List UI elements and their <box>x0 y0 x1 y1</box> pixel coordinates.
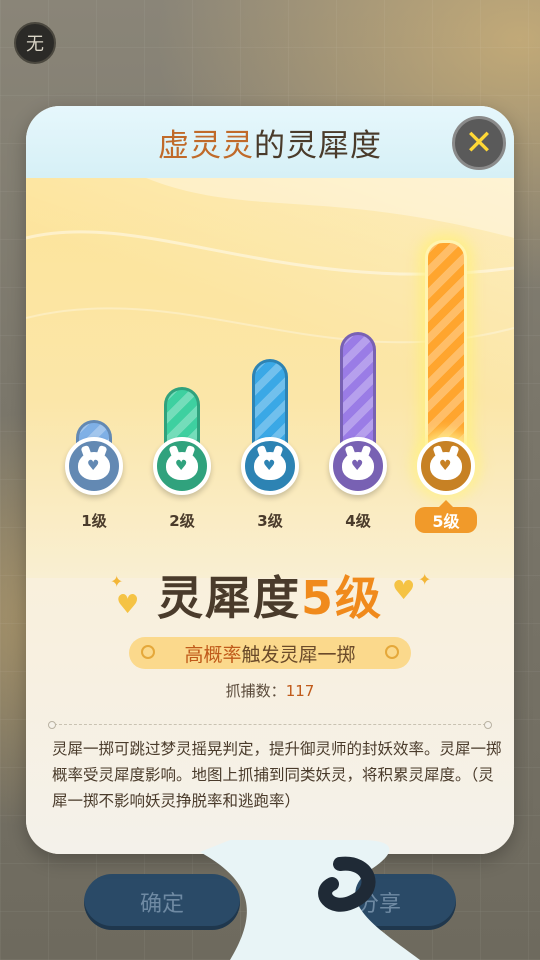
spirit-face-icon: ♥ <box>430 452 462 480</box>
corner-badge[interactable]: 无 <box>14 22 56 64</box>
close-x-icon: ✕ <box>464 123 494 163</box>
dialog-title: 虚灵灵的灵犀度 <box>158 120 382 165</box>
close-button[interactable]: ✕ <box>452 116 506 170</box>
level-label-2: 2级 <box>169 512 195 530</box>
heart-icon: ♥ <box>351 458 364 474</box>
level-label-3: 3级 <box>257 512 283 530</box>
level-medal-3: ♥ <box>241 437 299 495</box>
dialog-header: 虚灵灵的灵犀度 <box>26 106 514 178</box>
level-medal-2: ♥ <box>153 437 211 495</box>
catch-label: 抓捕数： <box>225 682 286 700</box>
divider <box>48 721 492 729</box>
pet-name: 虚灵灵 <box>158 127 254 164</box>
trigger-highlight: 高概率 <box>184 643 242 666</box>
affinity-label: 灵犀度 <box>156 571 301 625</box>
spirit-face-icon: ♥ <box>78 452 110 480</box>
current-level-badge: 5级 <box>415 500 477 533</box>
level-medal-5: ♥ <box>417 437 475 495</box>
heart-icon: ♥ <box>439 458 452 474</box>
spirit-face-icon: ♥ <box>254 452 286 480</box>
catch-count-row: 抓捕数：117 <box>0 680 540 701</box>
dialog-tail-swirl <box>200 840 420 960</box>
heart-icon: ♥ <box>263 458 276 474</box>
level-bar-5 <box>425 240 467 470</box>
spirit-face-icon: ♥ <box>166 452 198 480</box>
level-medal-4: ♥ <box>329 437 387 495</box>
affinity-level-value: 5级 <box>300 571 383 625</box>
description-text: 灵犀一掷可跳过梦灵摇晃判定，提升御灵师的封妖效率。灵犀一掷概率受灵犀度影响。地图… <box>52 740 502 810</box>
trigger-banner: 高概率 触发灵犀一掷 <box>129 637 411 669</box>
level-medal-1: ♥ <box>65 437 123 495</box>
catch-count: 117 <box>285 682 315 700</box>
title-rest: 的灵犀度 <box>254 127 382 164</box>
coin-icon <box>141 645 155 659</box>
trigger-text: 触发灵犀一掷 <box>241 643 356 666</box>
level-label-1: 1级 <box>81 512 107 530</box>
coin-icon <box>385 645 399 659</box>
heart-icon: ♥ <box>175 458 188 474</box>
affinity-level-heading: 灵犀度5级 <box>0 562 540 628</box>
heart-icon: ♥ <box>87 458 100 474</box>
level-label-4: 4级 <box>345 512 371 530</box>
spirit-face-icon: ♥ <box>342 452 374 480</box>
